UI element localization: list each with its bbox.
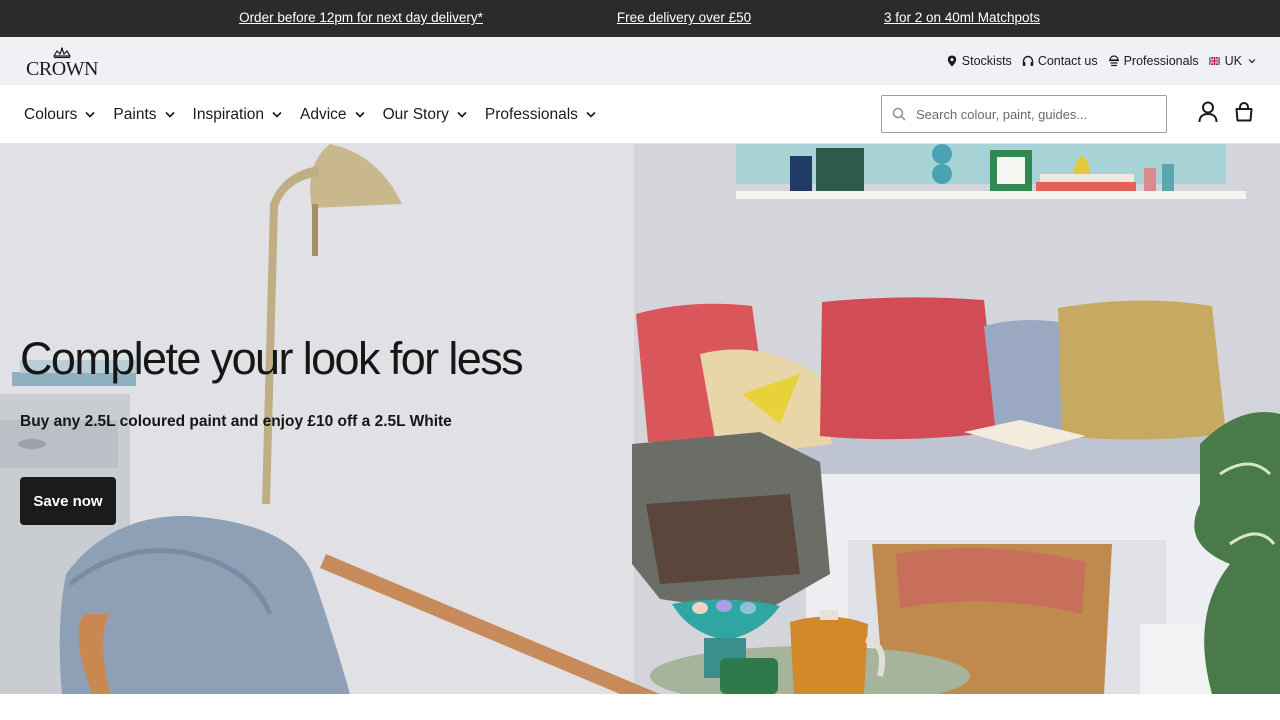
logo-text: CROWN [26, 58, 98, 77]
stockists-link[interactable]: Stockists [946, 54, 1012, 68]
utility-bar: CROWN Stockists Contact us Professionals [0, 37, 1280, 85]
crown-logo[interactable]: CROWN [24, 47, 100, 77]
stockists-label: Stockists [961, 54, 1012, 68]
nav-item-paints[interactable]: Paints [113, 105, 175, 124]
save-now-button[interactable]: Save now [20, 477, 116, 525]
headphones-icon [1022, 55, 1034, 67]
promo-matchpots-link[interactable]: 3 for 2 on 40ml Matchpots [884, 0, 1040, 37]
nav-item-inspiration[interactable]: Inspiration [193, 106, 283, 124]
professionals-utility-label: Professionals [1123, 54, 1199, 68]
search-box [881, 95, 1167, 133]
nav-item-label: Inspiration [192, 105, 265, 123]
nav-item-label: Paints [113, 105, 157, 123]
promo-free-delivery-link[interactable]: Free delivery over £50 [617, 0, 751, 37]
nav-menu: Colours Paints Inspiration Advice Our St… [24, 85, 614, 144]
chevron-down-icon [354, 111, 365, 118]
nav-item-label: Professionals [484, 105, 578, 123]
basket-button[interactable] [1233, 101, 1255, 127]
search-icon [892, 107, 906, 121]
location-pin-icon [946, 55, 958, 67]
user-icon [1198, 101, 1218, 128]
main-navigation: Colours Paints Inspiration Advice Our St… [0, 85, 1280, 144]
chevron-down-icon [164, 111, 175, 118]
chevron-down-icon [457, 111, 467, 118]
utility-links: Stockists Contact us Professionals UK [936, 37, 1256, 85]
basket-icon [1234, 101, 1254, 127]
nav-item-label: Our Story [382, 105, 449, 123]
contact-us-link[interactable]: Contact us [1022, 54, 1098, 68]
chevron-down-icon [272, 111, 282, 118]
hero-title: Complete your look for less [20, 333, 524, 384]
nav-item-colours[interactable]: Colours [24, 106, 95, 124]
uk-flag-icon [1208, 57, 1220, 65]
nav-item-our-story[interactable]: Our Story [383, 106, 467, 124]
nav-item-professionals[interactable]: Professionals [485, 106, 596, 124]
contact-us-label: Contact us [1037, 54, 1098, 68]
language-label: UK [1224, 54, 1242, 68]
professionals-icon [1108, 55, 1120, 67]
promo-bar: Order before 12pm for next day delivery*… [0, 0, 1280, 37]
chevron-down-icon [85, 111, 95, 118]
nav-item-advice[interactable]: Advice [300, 106, 365, 124]
professionals-utility-link[interactable]: Professionals [1108, 54, 1199, 68]
hero-banner: Complete your look for less Buy any 2.5L… [0, 144, 1280, 694]
nav-item-label: Advice [300, 105, 347, 123]
chevron-down-icon [1248, 58, 1256, 64]
search-input[interactable] [916, 106, 1146, 122]
language-selector[interactable]: UK [1208, 54, 1256, 68]
account-button[interactable] [1197, 101, 1219, 128]
chevron-down-icon [586, 111, 596, 118]
hero-subtitle: Buy any 2.5L coloured paint and enjoy £1… [20, 413, 452, 430]
promo-next-day-delivery-link[interactable]: Order before 12pm for next day delivery* [239, 0, 483, 37]
nav-item-label: Colours [24, 105, 78, 123]
